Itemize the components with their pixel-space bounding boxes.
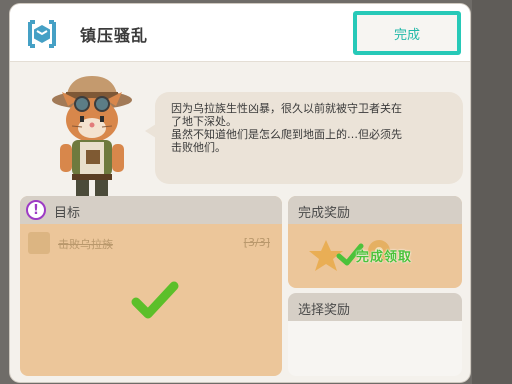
dialog-line-4: 击败他们。: [171, 141, 226, 154]
dialog-line-3: 虽然不知道他们是怎么爬到地面上的…但必须先: [171, 128, 402, 141]
quest-panel: 镇压骚乱 完成 因为乌拉族生性凶暴，很久以前就被守卫者关在 了地下深处。 虽然不…: [10, 4, 470, 382]
goal-panel: ! 目标 击败乌拉族 [3/3]: [20, 196, 282, 376]
npc-dialog-bubble: 因为乌拉族生性凶暴，很久以前就被守卫者关在 了地下深处。 虽然不知道他们是怎么爬…: [145, 92, 463, 184]
quest-cube-icon: [28, 20, 56, 48]
reward-panel: 完成奖励 完成领取: [288, 196, 462, 288]
select-reward-header: 选择奖励: [288, 293, 462, 321]
exclamation-icon: !: [26, 200, 46, 220]
goal-label: 目标: [54, 206, 81, 221]
select-reward-label: 选择奖励: [298, 303, 351, 318]
task-thumbnail-icon: [28, 232, 50, 254]
goal-task-text: 击败乌拉族: [58, 238, 113, 251]
reward-items[interactable]: 完成领取: [306, 236, 446, 276]
explorer-cat-npc: [52, 76, 132, 196]
quest-title: 镇压骚乱: [80, 26, 149, 45]
goal-complete-check-icon: [131, 281, 179, 319]
dialog-line-1: 因为乌拉族生性凶暴，很久以前就被守卫者关在: [171, 102, 402, 115]
claim-reward-text: 完成领取: [356, 250, 413, 265]
reward-header: 完成奖励: [288, 196, 462, 224]
goal-task-row: 击败乌拉族 [3/3]: [28, 232, 274, 254]
reward-label: 完成奖励: [298, 206, 351, 221]
dialog-line-2: 了地下深处。: [171, 115, 237, 128]
goal-header: ! 目标: [20, 196, 282, 224]
background-strip: [472, 0, 512, 384]
quest-header: 镇压骚乱 完成: [10, 4, 470, 62]
select-reward-panel: 选择奖励: [288, 293, 462, 376]
complete-button[interactable]: 完成: [353, 11, 461, 55]
goal-task-count: [3/3]: [243, 236, 270, 249]
